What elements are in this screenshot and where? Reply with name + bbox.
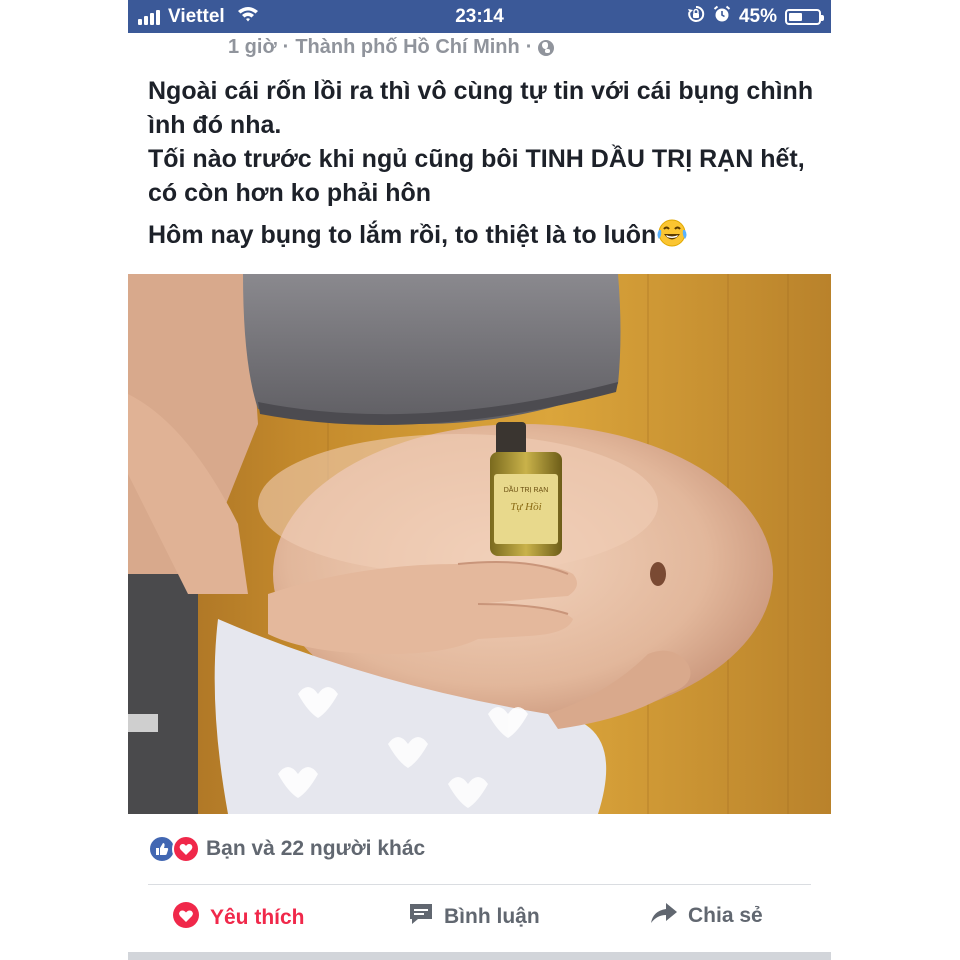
love-icon <box>172 835 200 863</box>
rotation-lock-icon <box>687 5 705 29</box>
meta-separator: · <box>282 36 290 58</box>
post-meta: 1 giờ · Thành phố Hồ Chí Minh · <box>228 36 555 59</box>
like-button-label: Yêu thích <box>210 906 305 929</box>
comment-button[interactable]: Bình luận <box>408 902 540 932</box>
post-actions: Yêu thích Bình luận Chia sẻ <box>128 894 831 946</box>
bottle-label-2: Tự Hồi <box>510 501 541 513</box>
comment-button-label: Bình luận <box>444 905 540 928</box>
globe-icon <box>538 39 555 56</box>
battery-icon <box>785 9 824 25</box>
share-button-label: Chia sẻ <box>688 904 763 927</box>
reactions-count-text: Bạn và 22 người khác <box>206 837 426 860</box>
comment-icon <box>408 902 434 932</box>
phone-screen: Viettel 23:14 45% 1 giờ · Thành phố Hồ C… <box>128 0 831 960</box>
post-text-line-3-wrap: Hôm nay bụng to lắm rồi, to thiệt là to … <box>148 218 818 252</box>
share-button[interactable]: Chia sẻ <box>650 902 763 930</box>
share-arrow-icon <box>650 902 678 930</box>
feed-separator <box>128 952 831 960</box>
battery-fill <box>789 13 802 21</box>
like-button[interactable]: Yêu thích <box>172 902 305 934</box>
post-photo[interactable]: DẦU TRỊ RẠN Tự Hồi <box>128 274 831 814</box>
battery-percent: 45% <box>738 6 777 27</box>
laughing-tears-emoji-icon <box>656 218 688 248</box>
post-text: Ngoài cái rốn lồi ra thì vô cùng tự tin … <box>148 74 818 252</box>
meta-separator-2: · <box>525 36 533 58</box>
post-text-line-2: Tối nào trước khi ngủ cũng bôi TINH DẦU … <box>148 145 805 207</box>
alarm-icon <box>713 5 731 29</box>
post-time[interactable]: 1 giờ <box>228 36 277 59</box>
post-location[interactable]: Thành phố Hồ Chí Minh <box>295 36 519 59</box>
post-text-line-3: Hôm nay bụng to lắm rồi, to thiệt là to … <box>148 221 657 249</box>
status-bar: Viettel 23:14 45% <box>128 0 831 33</box>
reactions-summary[interactable]: Bạn và 22 người khác <box>148 834 425 864</box>
heart-icon <box>172 902 200 934</box>
divider <box>148 884 811 885</box>
status-right: 45% <box>687 5 824 29</box>
post-text-line-1: Ngoài cái rốn lồi ra thì vô cùng tự tin … <box>148 77 814 139</box>
